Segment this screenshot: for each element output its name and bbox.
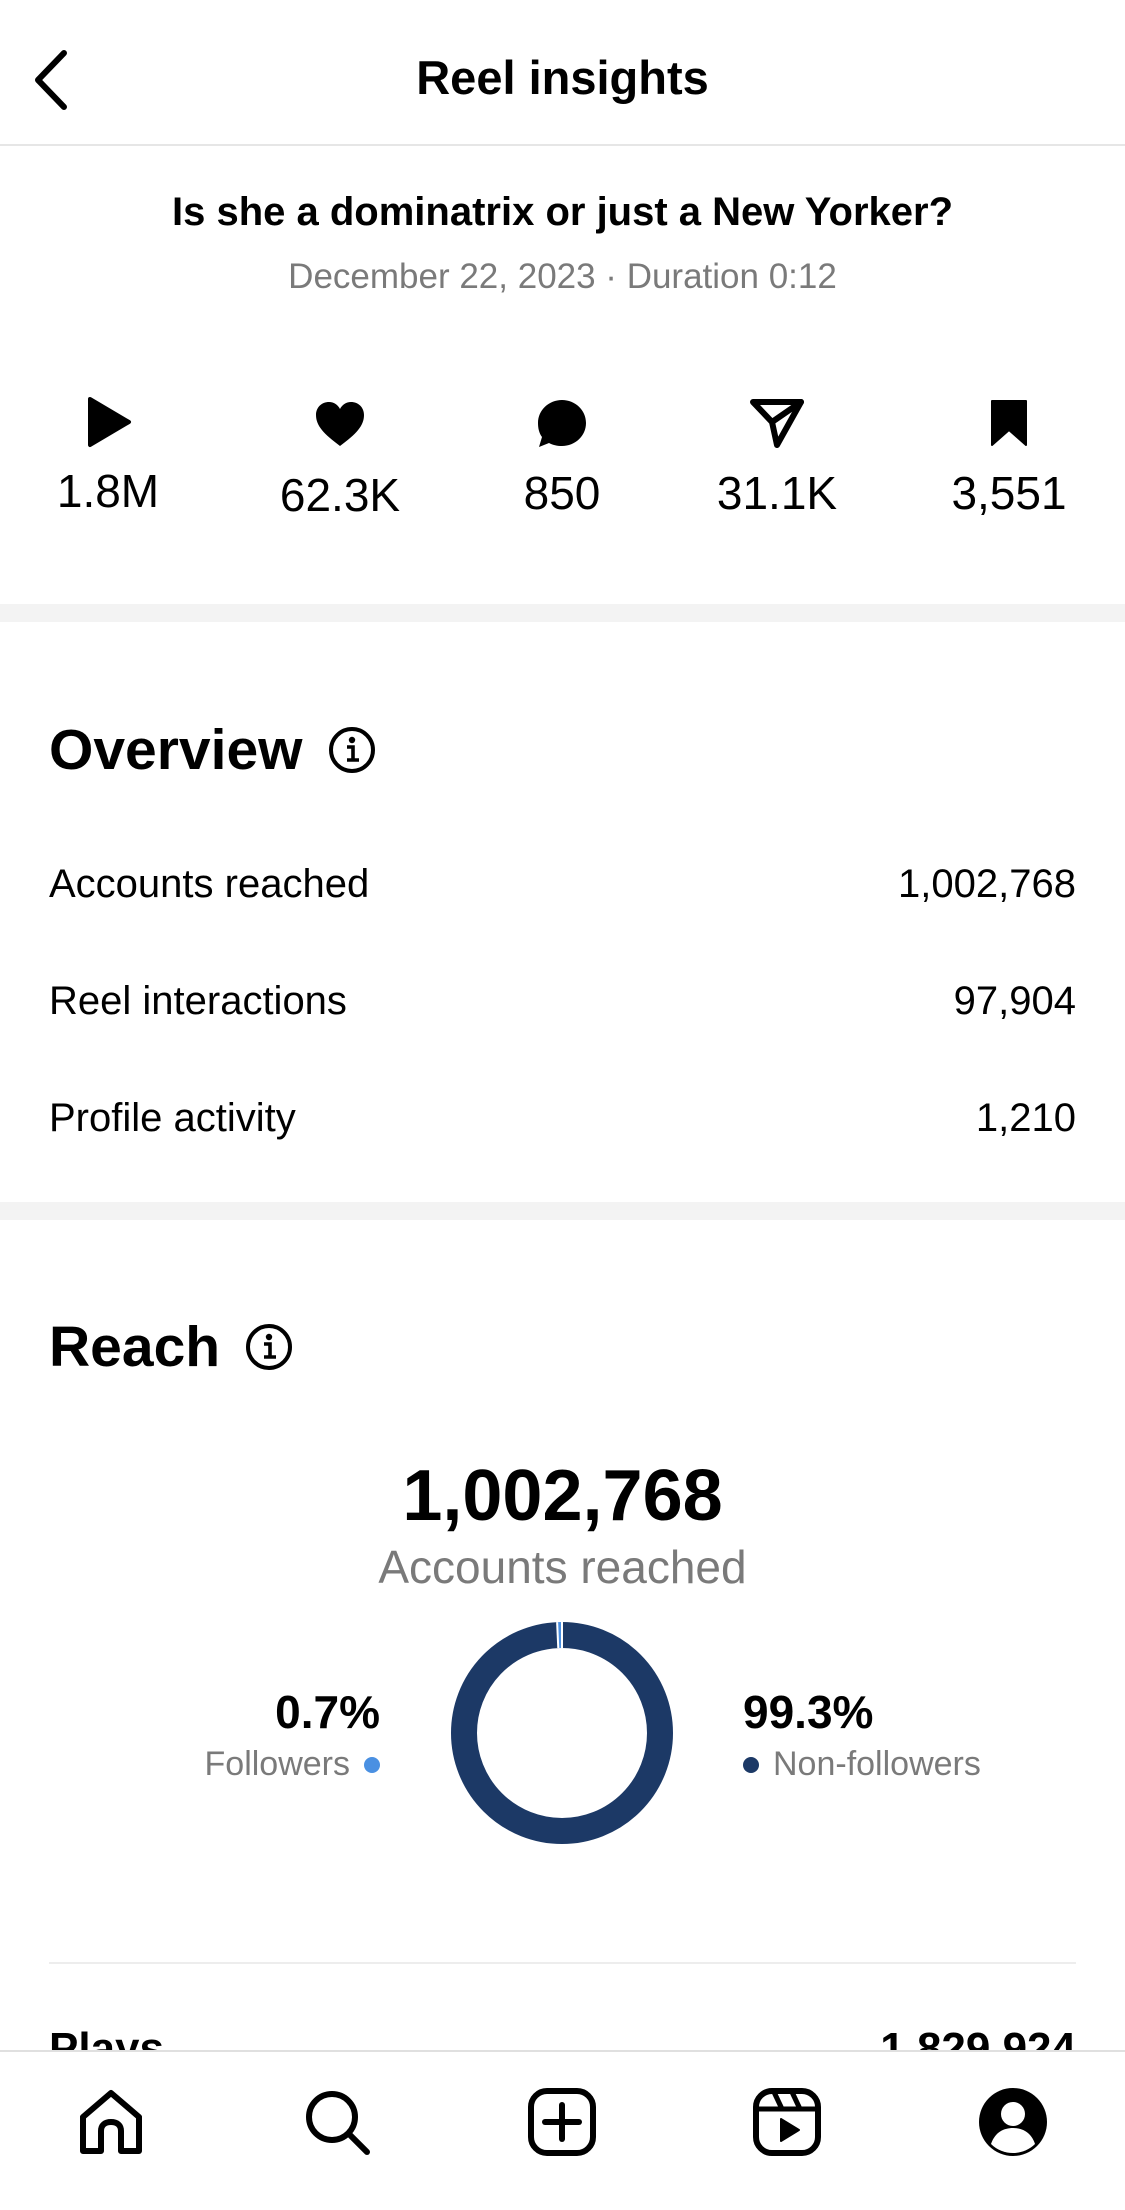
play-icon [88,397,131,447]
row-label: Profile activity [49,1096,296,1140]
reel-title: Is she a dominatrix or just a New Yorker… [172,190,953,234]
stat-comments: 850 [472,392,652,520]
donut-segment-non-followers [451,1622,673,1844]
search-icon [306,2091,370,2155]
followers-percent: 0.7% [275,1686,380,1738]
engagement-stats: 1.8M 62.3K 850 31.1K 3,551 [0,392,1125,522]
page-title: Reel insights [416,51,709,104]
reels-icon [753,2088,821,2156]
stat-value: 3,551 [951,467,1067,519]
tab-home[interactable] [51,2052,171,2192]
overview-row-profile-activity[interactable]: Profile activity 1,210 [49,1096,1076,1141]
row-value: 1,210 [975,1096,1076,1140]
stat-shares: 31.1K [687,392,867,520]
profile-icon [979,2088,1047,2156]
reach-title: Reach [49,1315,221,1379]
create-icon [528,2088,596,2156]
stat-value: 850 [523,467,601,519]
stat-saves: 3,551 [919,392,1099,520]
overview-title: Overview [49,718,303,782]
non-followers-percent: 99.3% [743,1686,874,1738]
row-value: 1,002,768 [898,862,1076,906]
tab-reels[interactable] [727,2052,847,2192]
reach-total: 1,002,768 [402,1456,723,1536]
non-followers-label: Non-followers [773,1745,981,1783]
overview-heading: Overview [49,717,377,783]
tab-search[interactable] [277,2052,397,2192]
donut-separator [556,1622,560,1649]
overview-row-accounts-reached[interactable]: Accounts reached 1,002,768 [49,862,1076,907]
followers-label: Followers [204,1745,350,1783]
comment-icon [538,400,586,447]
row-label: Reel interactions [49,979,347,1023]
reel-info: Is she a dominatrix or just a New Yorker… [0,190,1125,297]
tab-create[interactable] [502,2052,622,2192]
bookmark-icon [991,400,1027,446]
followers-dot [364,1756,380,1773]
share-icon [750,399,804,448]
reach-heading: Reach [49,1314,294,1380]
overview-row-reel-interactions[interactable]: Reel interactions 97,904 [49,979,1076,1024]
stat-value: 1.8M [56,465,160,517]
reel-meta: December 22, 2023 · Duration 0:12 [288,257,837,296]
stat-likes: 62.3K [250,392,430,522]
reach-donut-chart [451,1622,673,1844]
stat-value: 62.3K [279,469,401,521]
tab-profile[interactable] [953,2052,1073,2192]
bottom-tab-bar [0,2050,1125,2210]
info-icon[interactable] [244,1322,294,1372]
non-followers-legend: 99.3% Non-followers [743,1685,981,1784]
followers-legend: 0.7% Followers [205,1685,380,1784]
section-divider [0,604,1125,622]
divider [49,1962,1076,1964]
heart-icon [316,402,364,446]
row-label: Accounts reached [49,862,370,906]
row-value: 97,904 [953,979,1076,1023]
info-icon[interactable] [327,725,377,775]
stat-value: 31.1K [716,467,838,519]
home-icon [80,2090,142,2154]
non-followers-dot [743,1756,759,1773]
stat-plays: 1.8M [18,392,198,518]
reach-total-label: Accounts reached [378,1541,747,1593]
top-bar: Reel insights [0,0,1125,146]
section-divider [0,1202,1125,1220]
